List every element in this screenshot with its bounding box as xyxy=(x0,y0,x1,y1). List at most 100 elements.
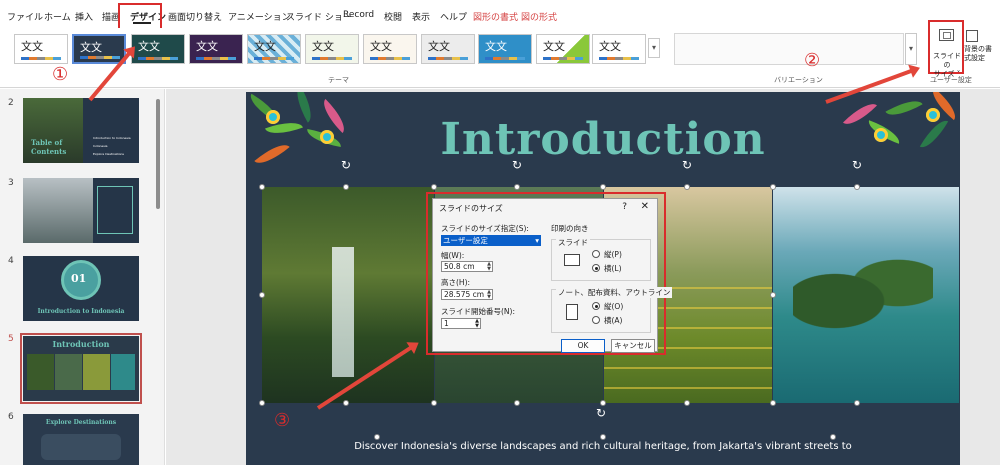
rotate-handle-icon[interactable]: ↻ xyxy=(852,158,862,172)
resize-handle[interactable] xyxy=(684,400,690,406)
theme-label: 文文 xyxy=(370,40,392,53)
variations-group-label: バリエーション xyxy=(774,76,823,84)
resize-handle[interactable] xyxy=(770,292,776,298)
resize-handle[interactable] xyxy=(770,184,776,190)
tab-1[interactable]: ホーム xyxy=(44,10,71,23)
slide-caption[interactable]: Discover Indonesia's diverse landscapes … xyxy=(246,441,960,452)
theme-office[interactable]: 文文 xyxy=(14,34,68,64)
format-background-button[interactable]: 背景の書 式設定 xyxy=(964,30,1000,63)
tab-13[interactable]: 図の形式 xyxy=(521,10,557,23)
theme-leaf[interactable]: 文文 xyxy=(536,34,590,64)
resize-handle[interactable] xyxy=(600,184,606,190)
resize-handle[interactable] xyxy=(830,434,836,440)
notes-portrait-label: 縦(O) xyxy=(604,302,624,311)
theme-brush[interactable]: 文文 xyxy=(363,34,417,64)
tab-6[interactable]: アニメーション xyxy=(228,10,291,23)
resize-handle[interactable] xyxy=(431,400,437,406)
theme-label: 文文 xyxy=(138,40,160,53)
rotate-handle-icon[interactable]: ↻ xyxy=(512,158,522,172)
resize-handle[interactable] xyxy=(343,400,349,406)
theme-purple[interactable]: 文文 xyxy=(189,34,243,64)
landscape-page-icon xyxy=(564,254,580,266)
resize-handle[interactable] xyxy=(431,184,437,190)
waterfall-photo[interactable] xyxy=(262,187,434,403)
tab-10[interactable]: 表示 xyxy=(412,10,430,23)
ribbon: 文文 文文 文文 文文 文文 文文 文文 文文 文文 文文 文文 ▾ xyxy=(0,28,1000,88)
islands-photo[interactable] xyxy=(773,187,959,403)
slide-landscape-radio[interactable] xyxy=(592,264,600,272)
slide-thumbnail-6[interactable]: Explore Destinations xyxy=(23,414,139,465)
height-value: 28.575 cm xyxy=(444,290,485,299)
notes-portrait-radio[interactable] xyxy=(592,302,600,310)
thumbnail-number: 6 xyxy=(8,412,14,422)
height-input[interactable]: 28.575 cm ▲ ▼ xyxy=(441,289,493,300)
resize-handle[interactable] xyxy=(684,184,690,190)
ok-button[interactable]: OK xyxy=(561,339,605,353)
theme-pattern[interactable]: 文文 xyxy=(247,34,301,64)
cancel-button[interactable]: キャンセル xyxy=(611,339,655,353)
tab-0[interactable]: ファイル xyxy=(7,10,43,23)
slide-landscape-label: 横(L) xyxy=(604,264,622,273)
variation-more-arrow[interactable]: ▾ xyxy=(905,33,917,65)
close-icon[interactable]: ✕ xyxy=(641,201,649,212)
width-input[interactable]: 50.8 cm ▲ ▼ xyxy=(441,261,493,272)
theme-label: 文文 xyxy=(80,41,102,54)
theme-gray[interactable]: 文文 xyxy=(421,34,475,64)
theme-label: 文文 xyxy=(599,40,621,53)
thumbnail-number: 4 xyxy=(8,256,14,266)
tab-8[interactable]: Record xyxy=(343,10,374,20)
resize-handle[interactable] xyxy=(770,400,776,406)
spinner-icon[interactable]: ▲ ▼ xyxy=(487,262,491,272)
tab-7[interactable]: スライド ショー xyxy=(286,10,352,23)
theme-blue[interactable]: 文文 xyxy=(478,34,532,64)
tab-5[interactable]: 画面切り替え xyxy=(168,10,222,23)
resize-handle[interactable] xyxy=(259,400,265,406)
slide-thumbnail-5[interactable]: Introduction xyxy=(20,333,142,404)
thumbnail-scrollbar[interactable] xyxy=(156,99,160,209)
resize-handle[interactable] xyxy=(374,434,380,440)
slide-size-value: ユーザー設定 xyxy=(443,236,488,245)
theme-label: 文文 xyxy=(485,40,507,53)
resize-handle[interactable] xyxy=(600,434,606,440)
resize-handle[interactable] xyxy=(343,184,349,190)
variation-gallery[interactable] xyxy=(674,33,904,65)
help-icon[interactable]: ? xyxy=(622,202,627,212)
theme-gallery-more-arrow[interactable]: ▾ xyxy=(648,38,660,58)
resize-handle[interactable] xyxy=(259,292,265,298)
thumbnail-toc-item: Indonesia xyxy=(93,144,108,148)
thumbnail-title: Explore Destinations xyxy=(45,419,117,426)
tab-2[interactable]: 挿入 xyxy=(75,10,93,23)
tab-11[interactable]: ヘルプ xyxy=(440,10,467,23)
rotate-handle-icon[interactable]: ↻ xyxy=(682,158,692,172)
theme-current[interactable]: 文文 xyxy=(72,34,126,64)
rotate-handle-icon[interactable]: ↻ xyxy=(596,406,606,420)
start-number-input[interactable]: 1 ▲ ▼ xyxy=(441,318,481,329)
resize-handle[interactable] xyxy=(514,400,520,406)
resize-handle[interactable] xyxy=(854,400,860,406)
resize-handle[interactable] xyxy=(600,400,606,406)
notes-group-label: ノート、配布資料、アウトライン xyxy=(556,287,673,298)
slide-group-label: スライド xyxy=(556,237,590,248)
slide-size-select[interactable]: ユーザー設定 ▾ xyxy=(441,235,541,246)
slide-portrait-radio[interactable] xyxy=(592,250,600,258)
thumbnail-number: 2 xyxy=(8,98,14,108)
slide-thumbnail-4[interactable]: 01 Introduction to Indonesia xyxy=(23,256,139,321)
slide-thumbnail-2[interactable]: Table of Contents Introduction to Indone… xyxy=(23,98,139,163)
resize-handle[interactable] xyxy=(259,184,265,190)
spinner-icon[interactable]: ▲ ▼ xyxy=(487,290,491,300)
rotate-handle-icon[interactable]: ↻ xyxy=(341,158,351,172)
width-label: 幅(W): xyxy=(441,251,465,260)
tab-12[interactable]: 図形の書式 xyxy=(473,10,518,23)
slide-size-button[interactable]: スライドの サイズ ˅ xyxy=(928,20,964,78)
slide-orientation-group: スライド 縦(P) 横(L) xyxy=(551,237,651,281)
thumbnail-title: Introduction to Indonesia xyxy=(37,308,125,315)
theme-white[interactable]: 文文 xyxy=(592,34,646,64)
slide-thumbnail-3[interactable] xyxy=(23,178,139,243)
spinner-icon[interactable]: ▲ ▼ xyxy=(475,319,479,329)
resize-handle[interactable] xyxy=(854,184,860,190)
theme-light-green[interactable]: 文文 xyxy=(305,34,359,64)
resize-handle[interactable] xyxy=(514,184,520,190)
notes-landscape-radio[interactable] xyxy=(592,316,600,324)
themes-group-label: テーマ xyxy=(328,76,349,84)
tab-9[interactable]: 校閲 xyxy=(384,10,402,23)
